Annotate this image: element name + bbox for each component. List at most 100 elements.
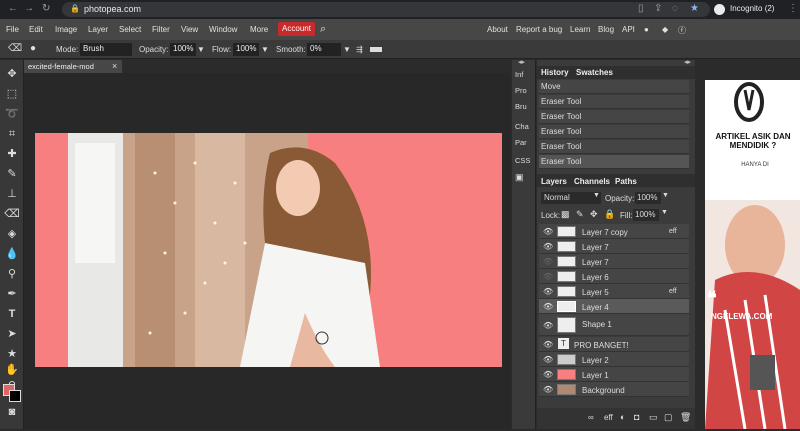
forward-icon[interactable]: →	[24, 3, 34, 14]
layer-opacity-dropdown-icon[interactable]: ▼	[662, 192, 669, 199]
brush-tool-icon[interactable]: ✎	[4, 166, 20, 182]
blend-mode-select[interactable]: Normal	[541, 192, 601, 204]
tab-history[interactable]: History	[541, 68, 569, 77]
visibility-eye-icon[interactable]: 👁	[543, 340, 553, 349]
menu-more[interactable]: More	[250, 25, 268, 34]
phone-icon[interactable]: ▯	[638, 3, 644, 14]
opacity-field[interactable]: 100%	[170, 43, 196, 56]
tab-channels[interactable]: Channels	[574, 177, 610, 186]
menu-layer[interactable]: Layer	[88, 25, 108, 34]
layer-name[interactable]: Background	[582, 386, 625, 395]
tab-layers[interactable]: Layers	[541, 177, 567, 186]
lock-pixels-icon[interactable]: ✎	[576, 209, 584, 220]
lock-position-icon[interactable]: ✥	[590, 209, 598, 220]
layer-name[interactable]: Layer 7	[582, 243, 609, 252]
path-select-tool-icon[interactable]: ➤	[4, 326, 20, 342]
reload-icon[interactable]: ↻	[42, 3, 50, 14]
mode-select[interactable]: Brush	[80, 43, 132, 56]
opacity-dropdown-icon[interactable]: ▼	[197, 45, 205, 54]
layer-name[interactable]: Layer 6	[582, 273, 609, 282]
layer-name[interactable]: Layer 1	[582, 371, 609, 380]
lock-all-icon[interactable]: 🔒	[604, 209, 615, 220]
quick-mask-icon[interactable]: ◙	[4, 404, 20, 420]
background-color-swatch[interactable]	[9, 390, 21, 402]
document-image[interactable]	[35, 133, 502, 367]
menu-file[interactable]: File	[6, 25, 19, 34]
incognito-icon[interactable]	[714, 4, 725, 15]
twitter-icon[interactable]: ◆	[662, 25, 668, 34]
expand-strip-icon[interactable]: ◂▸	[518, 58, 525, 66]
share-icon[interactable]: ⇪	[654, 3, 662, 14]
history-item[interactable]: Eraser Tool	[539, 110, 689, 124]
strip-brush[interactable]: Bru	[515, 102, 527, 111]
layer-name[interactable]: Layer 7 copy	[582, 228, 628, 237]
back-icon[interactable]: ←	[8, 3, 18, 14]
move-tool-icon[interactable]: ✥	[4, 66, 20, 82]
smooth-dropdown-icon[interactable]: ▼	[343, 45, 351, 54]
layer-name[interactable]: Shape 1	[582, 320, 612, 329]
airbrush-icon[interactable]: ⇶	[356, 45, 363, 54]
document-tab[interactable]: excited-female-mod	[24, 60, 122, 73]
menu-blog[interactable]: Blog	[598, 25, 614, 34]
new-layer-icon[interactable]: ▢	[664, 412, 673, 423]
visibility-eye-icon[interactable]: 👁	[543, 321, 553, 330]
tab-swatches[interactable]: Swatches	[576, 68, 613, 77]
menu-image[interactable]: Image	[55, 25, 77, 34]
tab-paths[interactable]: Paths	[615, 177, 637, 186]
menu-learn[interactable]: Learn	[570, 25, 590, 34]
menu-api[interactable]: API	[622, 25, 635, 34]
layer-name[interactable]: Layer 5	[582, 288, 609, 297]
delete-layer-icon[interactable]: 🗑	[680, 412, 691, 423]
visibility-eye-icon[interactable]: 👁	[543, 272, 553, 281]
browser-menu-icon[interactable]: ⋮	[788, 3, 798, 14]
dodge-tool-icon[interactable]: ⚲	[4, 266, 20, 282]
flow-field[interactable]: 100%	[233, 43, 259, 56]
visibility-eye-icon[interactable]: 👁	[543, 355, 553, 364]
healing-tool-icon[interactable]: ✚	[4, 146, 20, 162]
layer-mask-icon[interactable]: ◘	[634, 412, 639, 422]
lasso-tool-icon[interactable]: ➰	[4, 106, 20, 122]
new-group-icon[interactable]: ▭	[649, 412, 658, 423]
add-effect-button[interactable]: eff	[604, 413, 613, 422]
address-bar[interactable]	[62, 2, 710, 17]
fill-dropdown-icon[interactable]: ▼	[661, 209, 668, 216]
search-icon[interactable]: ⌕	[320, 23, 326, 36]
eye-off-icon[interactable]: ◌	[672, 3, 678, 14]
fill-field[interactable]: 100%	[633, 209, 659, 221]
strip-css[interactable]: CSS	[515, 156, 530, 165]
layer-effects-badge[interactable]: eff	[669, 228, 677, 235]
facebook-icon[interactable]: ⓕ	[678, 25, 686, 36]
strip-info[interactable]: Inf	[515, 70, 523, 79]
adjustment-layer-icon[interactable]: ◐	[620, 412, 625, 422]
layer-name[interactable]: Layer 7	[582, 258, 609, 267]
visibility-eye-icon[interactable]: 👁	[543, 242, 553, 251]
marquee-tool-icon[interactable]: ⬚	[4, 86, 20, 102]
lock-icon[interactable]: 🔒	[70, 4, 80, 13]
menu-report-bug[interactable]: Report a bug	[516, 25, 562, 34]
panel-collapse-icon[interactable]: ◂▸	[684, 58, 691, 66]
strip-character[interactable]: Cha	[515, 122, 529, 131]
blend-dropdown-icon[interactable]: ▼	[593, 192, 600, 199]
visibility-eye-icon[interactable]: 👁	[543, 257, 553, 266]
account-button[interactable]: Account	[278, 22, 315, 36]
history-item-active[interactable]: Eraser Tool	[539, 155, 689, 169]
strip-image-icon[interactable]: ▣	[515, 172, 524, 183]
close-tab-icon[interactable]: ×	[112, 61, 117, 71]
hand-tool-icon[interactable]: ✋	[4, 362, 20, 378]
smooth-field[interactable]: 0%	[307, 43, 341, 56]
history-item[interactable]: Eraser Tool	[539, 125, 689, 139]
url-text[interactable]: photopea.com	[84, 4, 141, 14]
visibility-eye-icon[interactable]: 👁	[543, 385, 553, 394]
fill-tool-icon[interactable]: ◈	[4, 226, 20, 242]
flow-dropdown-icon[interactable]: ▼	[261, 45, 269, 54]
history-item[interactable]: Eraser Tool	[539, 95, 689, 109]
menu-filter[interactable]: Filter	[152, 25, 170, 34]
type-tool-icon[interactable]: T	[4, 306, 20, 322]
star-icon[interactable]: ★	[690, 3, 699, 14]
menu-about[interactable]: About	[487, 25, 508, 34]
visibility-eye-icon[interactable]: 👁	[543, 302, 553, 311]
blur-tool-icon[interactable]: 💧	[4, 246, 20, 262]
eraser-tool-active-icon[interactable]: ⌫	[4, 206, 20, 222]
advertisement-banner[interactable]: ARTIKEL ASIK DAN MENDIDIK ? HANYA DI ❝ N…	[705, 80, 800, 430]
history-item[interactable]: Eraser Tool	[539, 140, 689, 154]
